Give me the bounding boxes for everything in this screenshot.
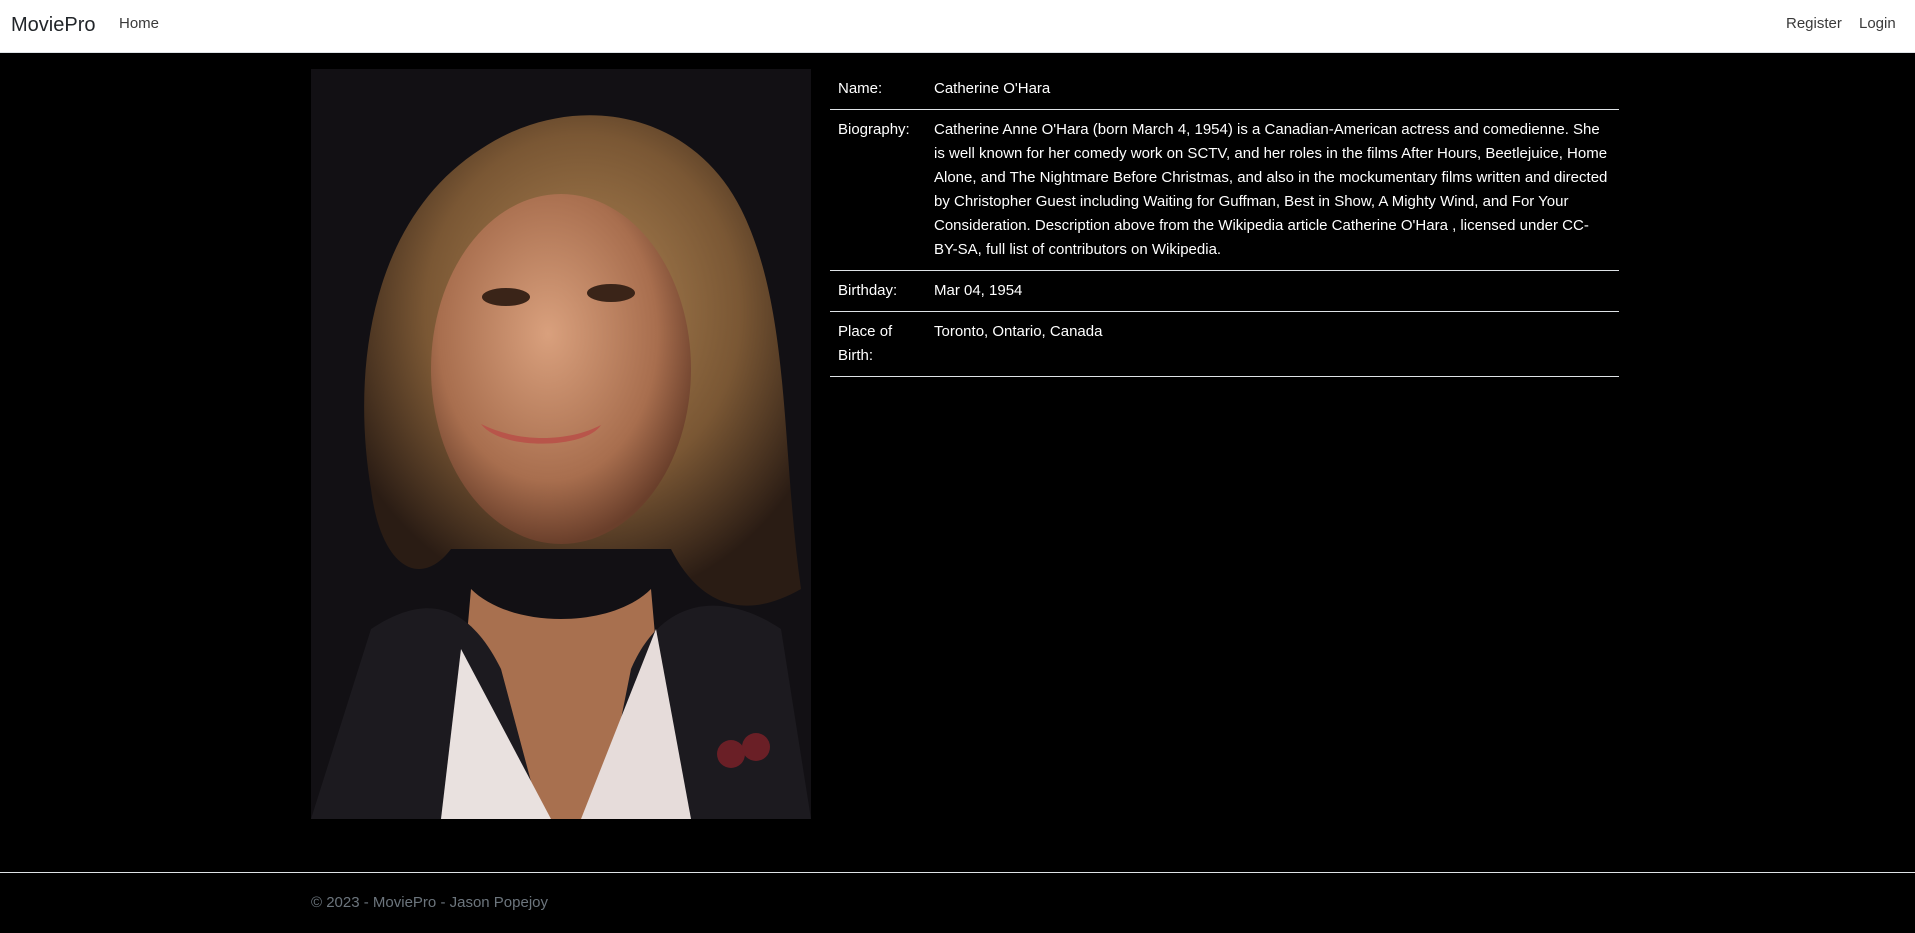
detail-label: Birthday: (830, 270, 926, 312)
detail-value: Toronto, Ontario, Canada (926, 311, 1619, 377)
detail-value: Catherine Anne O'Hara (born March 4, 195… (926, 109, 1619, 271)
portrait-illustration (311, 69, 811, 819)
person-details-table: Name: Catherine O'Hara Biography: Cather… (830, 69, 1619, 377)
detail-row-birthday: Birthday: Mar 04, 1954 (830, 270, 1619, 312)
nav-login-link[interactable]: Login (1859, 14, 1896, 34)
detail-row-name: Name: Catherine O'Hara (830, 69, 1619, 110)
person-photo (311, 69, 811, 819)
footer-divider (0, 872, 1915, 873)
detail-label: Biography: (830, 109, 926, 271)
footer-text: © 2023 - MoviePro - Jason Popejoy (311, 894, 549, 911)
nav-register-link[interactable]: Register (1786, 14, 1842, 34)
detail-label: Name: (830, 69, 926, 110)
detail-row-place-of-birth: Place of Birth: Toronto, Ontario, Canada (830, 311, 1619, 377)
brand-link[interactable]: MoviePro (11, 12, 95, 38)
detail-value: Catherine O'Hara (926, 69, 1619, 110)
detail-label: Place of Birth: (830, 311, 926, 377)
detail-row-biography: Biography: Catherine Anne O'Hara (born M… (830, 109, 1619, 271)
nav-home-link[interactable]: Home (119, 14, 159, 34)
detail-value: Mar 04, 1954 (926, 270, 1619, 312)
top-navbar: MoviePro Home Register Login (0, 0, 1915, 53)
